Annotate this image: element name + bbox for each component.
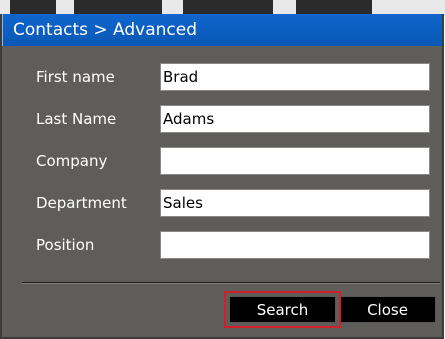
- first-name-field[interactable]: [160, 63, 430, 91]
- screen: Contacts > Advanced First name Last Name…: [0, 0, 445, 339]
- advanced-search-dialog: Contacts > Advanced First name Last Name…: [0, 14, 444, 339]
- position-label: Position: [36, 236, 95, 254]
- first-name-label: First name: [36, 68, 115, 86]
- position-field[interactable]: [160, 231, 430, 259]
- button-divider-highlight: [22, 283, 440, 284]
- last-name-field[interactable]: [160, 105, 430, 133]
- department-field[interactable]: [160, 189, 430, 217]
- titlebar: Contacts > Advanced: [2, 14, 442, 46]
- form-row-company: Company: [16, 146, 434, 176]
- search-button[interactable]: Search: [229, 296, 336, 323]
- form-row-position: Position: [16, 230, 434, 260]
- form-row-department: Department: [16, 188, 434, 218]
- form-row-last-name: Last Name: [16, 104, 434, 134]
- dialog-title: Contacts > Advanced: [13, 20, 198, 40]
- company-label: Company: [36, 152, 108, 170]
- close-button[interactable]: Close: [339, 296, 436, 323]
- form-row-first-name: First name: [16, 62, 434, 92]
- company-field[interactable]: [160, 147, 430, 175]
- last-name-label: Last Name: [36, 110, 117, 128]
- department-label: Department: [36, 194, 127, 212]
